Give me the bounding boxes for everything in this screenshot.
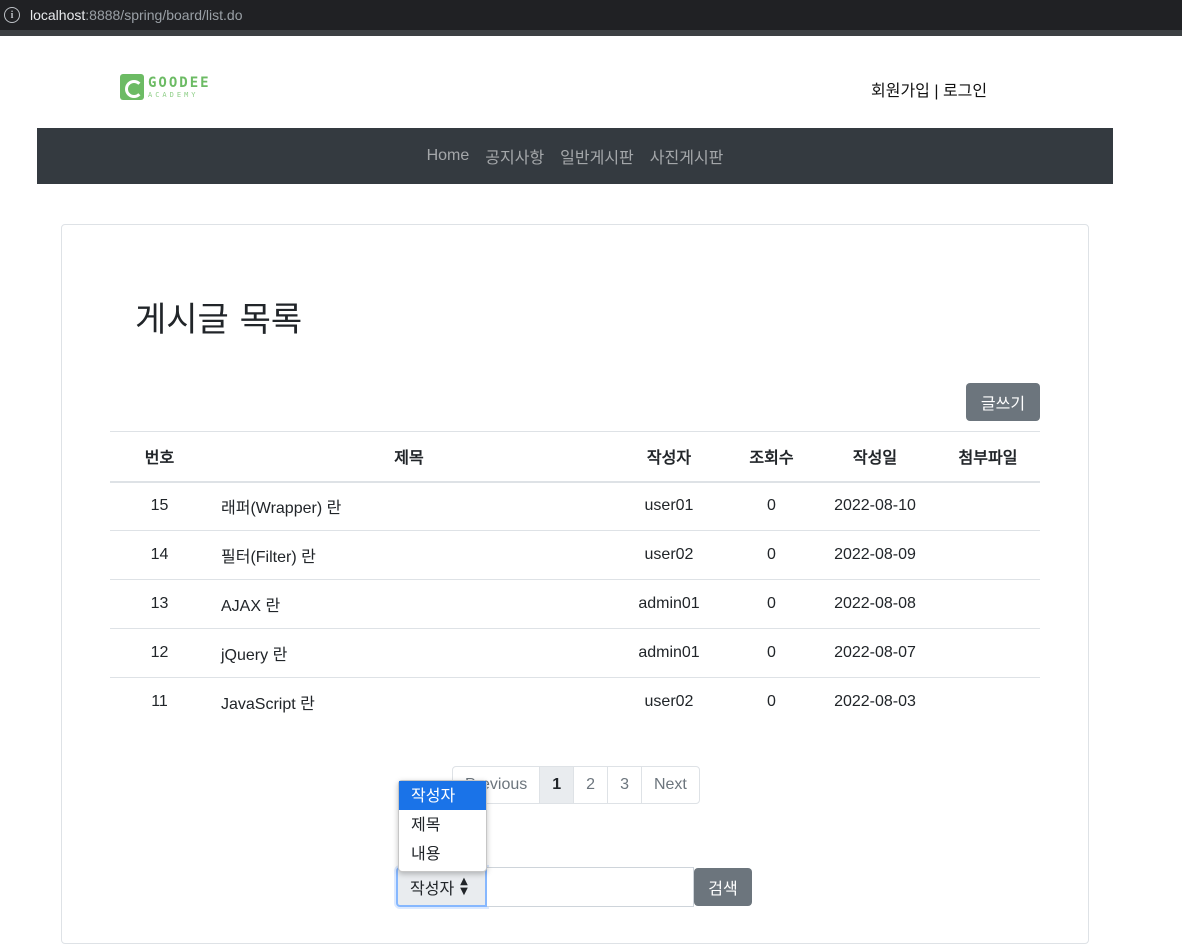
cell-date: 2022-08-08 bbox=[814, 579, 936, 629]
table-row[interactable]: 12 jQuery 란 admin01 0 2022-08-07 bbox=[110, 628, 1040, 678]
board-table: 번호 제목 작성자 조회수 작성일 첨부파일 15 래퍼(Wrapper) 란 … bbox=[110, 431, 1040, 727]
post-title-link[interactable]: jQuery 란 bbox=[209, 628, 609, 678]
page-3[interactable]: 3 bbox=[607, 766, 642, 804]
cell-writer: admin01 bbox=[609, 628, 729, 678]
header-date: 작성일 bbox=[814, 431, 936, 483]
nav-home[interactable]: Home bbox=[419, 147, 478, 165]
cell-no: 14 bbox=[110, 530, 209, 580]
search-input[interactable] bbox=[487, 867, 694, 907]
cell-date: 2022-08-10 bbox=[814, 481, 936, 531]
cell-writer: user01 bbox=[609, 481, 729, 531]
cell-date: 2022-08-07 bbox=[814, 628, 936, 678]
url-text[interactable]: localhost:8888/spring/board/list.do bbox=[30, 7, 242, 23]
cell-views: 0 bbox=[729, 481, 814, 531]
header-writer: 작성자 bbox=[609, 431, 729, 483]
nav-board[interactable]: 일반게시판 bbox=[552, 144, 642, 168]
table-header-row: 번호 제목 작성자 조회수 작성일 첨부파일 bbox=[110, 431, 1040, 483]
auth-separator: | bbox=[929, 83, 943, 100]
post-title-link[interactable]: 필터(Filter) 란 bbox=[209, 530, 609, 580]
post-title-link[interactable]: AJAX 란 bbox=[209, 579, 609, 629]
cell-writer: user02 bbox=[644, 693, 694, 711]
cell-no: 15 bbox=[110, 481, 209, 531]
cell-file bbox=[936, 530, 1040, 580]
cell-views: 0 bbox=[729, 628, 814, 678]
table-row[interactable]: 14 필터(Filter) 란 user02 0 2022-08-09 bbox=[110, 530, 1040, 580]
logo-text-top: GOODEE bbox=[148, 74, 211, 91]
browser-divider bbox=[0, 30, 1182, 36]
main-navbar: Home 공지사항 일반게시판 사진게시판 bbox=[37, 128, 1113, 184]
logo-icon bbox=[120, 74, 144, 100]
cell-no: 11 bbox=[151, 693, 168, 711]
cell-file bbox=[936, 579, 1040, 629]
post-title-link[interactable]: JavaScript 란 bbox=[209, 678, 609, 727]
cell-views: 0 bbox=[767, 693, 776, 711]
cell-no: 13 bbox=[110, 579, 209, 629]
table-row[interactable]: 15 래퍼(Wrapper) 란 user01 0 2022-08-10 bbox=[110, 481, 1040, 531]
search-type-dropdown: 작성자 제목 내용 bbox=[398, 780, 487, 872]
cell-file bbox=[936, 481, 1040, 531]
cell-writer: user02 bbox=[609, 530, 729, 580]
cell-writer: admin01 bbox=[609, 579, 729, 629]
option-writer[interactable]: 작성자 bbox=[399, 781, 486, 810]
nav-photo-board[interactable]: 사진게시판 bbox=[642, 144, 732, 168]
cell-file bbox=[936, 678, 1040, 727]
cell-file bbox=[936, 628, 1040, 678]
option-title[interactable]: 제목 bbox=[399, 810, 486, 839]
header-file: 첨부파일 bbox=[936, 431, 1040, 483]
write-button[interactable]: 글쓰기 bbox=[966, 383, 1040, 421]
cell-views: 0 bbox=[729, 579, 814, 629]
search-type-select[interactable]: 작성자 ▲ ▼ bbox=[396, 867, 487, 907]
select-arrows-icon: ▲ ▼ bbox=[460, 876, 468, 897]
search-type-value: 작성자 bbox=[410, 879, 455, 898]
table-row[interactable]: 13 AJAX 란 admin01 0 2022-08-08 bbox=[110, 579, 1040, 629]
page-1[interactable]: 1 bbox=[539, 766, 575, 804]
table-row[interactable]: 11 JavaScript 란 user02 0 2022-08-03 bbox=[110, 678, 1040, 727]
browser-address-bar[interactable]: i localhost:8888/spring/board/list.do bbox=[0, 0, 1182, 30]
url-path: :8888/spring/board/list.do bbox=[85, 7, 243, 23]
search-form: 작성자 ▲ ▼ 검색 bbox=[396, 867, 752, 907]
pagination: Previous 1 2 3 Next bbox=[452, 766, 700, 804]
header-no: 번호 bbox=[110, 431, 209, 483]
page-2[interactable]: 2 bbox=[573, 766, 609, 804]
cell-date: 2022-08-03 bbox=[834, 693, 916, 711]
cell-no: 12 bbox=[110, 628, 209, 678]
option-content[interactable]: 내용 bbox=[399, 839, 486, 868]
cell-date: 2022-08-09 bbox=[814, 530, 936, 580]
signup-link[interactable]: 회원가입 bbox=[871, 83, 930, 100]
header-views: 조회수 bbox=[729, 431, 814, 483]
auth-links: 회원가입 | 로그인 bbox=[871, 77, 987, 101]
logo-text-bottom: ACADEMY bbox=[148, 90, 199, 99]
header-title: 제목 bbox=[209, 431, 609, 483]
login-link[interactable]: 로그인 bbox=[943, 83, 987, 100]
cell-views: 0 bbox=[729, 530, 814, 580]
nav-notice[interactable]: 공지사항 bbox=[477, 144, 552, 168]
post-title-link[interactable]: 래퍼(Wrapper) 란 bbox=[209, 481, 609, 531]
site-logo[interactable]: GOODEE ACADEMY bbox=[120, 72, 220, 102]
info-icon[interactable]: i bbox=[4, 7, 20, 23]
url-host: localhost bbox=[30, 7, 86, 23]
page-next[interactable]: Next bbox=[640, 766, 700, 804]
search-button[interactable]: 검색 bbox=[694, 868, 752, 906]
page-title: 게시글 목록 bbox=[135, 300, 303, 340]
